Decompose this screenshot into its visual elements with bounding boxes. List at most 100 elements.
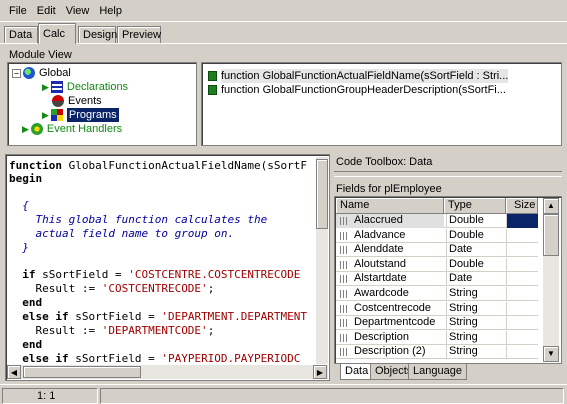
code-string: 'COSTCENTRECODE' <box>101 282 208 295</box>
scroll-down-icon[interactable]: ▼ <box>543 346 559 362</box>
field-icon <box>340 319 348 328</box>
tab-calc[interactable]: Calc <box>38 23 76 44</box>
code-keyword: begin <box>9 172 43 185</box>
field-size <box>506 330 538 345</box>
toolbox-tab-language[interactable]: Language <box>408 364 467 380</box>
table-row[interactable]: Aladvance Double <box>336 228 538 243</box>
field-icon <box>340 275 348 284</box>
code-text: sSortField = <box>68 352 162 364</box>
field-icon <box>340 348 348 357</box>
tree-node-declarations[interactable]: ▶ Declarations <box>42 80 128 94</box>
field-name: Alaccrued <box>336 214 444 228</box>
tree-node-events[interactable]: Events <box>52 94 102 108</box>
table-row[interactable]: Alenddate Date <box>336 243 538 258</box>
field-type: Double <box>446 214 506 228</box>
field-size <box>506 214 538 228</box>
tree-label-programs: Programs <box>66 108 119 122</box>
menu-help[interactable]: Help <box>94 2 127 20</box>
function-icon <box>208 85 217 95</box>
column-header-name[interactable]: Name <box>336 198 444 214</box>
tree-label-declarations: Declarations <box>66 81 129 93</box>
field-name: Awardcode <box>354 287 409 299</box>
field-type: String <box>446 330 506 345</box>
field-icon <box>340 333 348 342</box>
table-row[interactable]: Description String <box>336 330 538 345</box>
field-icon <box>340 246 348 255</box>
tree-node-programs[interactable]: ▶ Programs <box>42 108 119 122</box>
fields-title: Fields for plEmployee <box>336 183 442 195</box>
scroll-right-icon[interactable]: ▶ <box>313 365 327 379</box>
code-comment: } <box>9 241 29 254</box>
arrow-icon: ▶ <box>42 82 49 92</box>
column-header-size[interactable]: Size <box>506 198 538 214</box>
arrow-icon: ▶ <box>42 110 49 120</box>
code-editor[interactable]: function GlobalFunctionActualFieldName(s… <box>7 157 315 364</box>
tree-label-global: Global <box>39 67 71 79</box>
tab-data[interactable]: Data <box>4 26 38 44</box>
code-text: Result := <box>9 324 102 337</box>
code-comment: { <box>9 199 29 212</box>
code-keyword: else if <box>9 352 69 364</box>
table-row[interactable]: Alaccrued Double <box>336 214 538 228</box>
field-icon <box>340 231 348 240</box>
field-type: Date <box>446 243 506 258</box>
code-keyword: function <box>9 159 62 172</box>
tab-preview[interactable]: Preview <box>117 26 161 44</box>
scroll-up-icon[interactable]: ▲ <box>543 198 559 214</box>
field-size <box>506 272 538 287</box>
programs-icon <box>50 109 63 121</box>
field-size <box>506 316 538 331</box>
function-item[interactable]: function GlobalFunctionActualFieldName(s… <box>208 69 509 83</box>
collapse-icon[interactable]: − <box>12 68 21 78</box>
field-name: Alenddate <box>354 243 404 256</box>
column-header-type[interactable]: Type <box>444 198 506 214</box>
scroll-thumb[interactable] <box>543 214 559 256</box>
menu-view[interactable]: View <box>61 2 95 20</box>
field-type: String <box>446 345 506 360</box>
menu-edit[interactable]: Edit <box>32 2 61 20</box>
tab-divider <box>0 43 567 44</box>
table-row[interactable]: Alstartdate Date <box>336 272 538 287</box>
function-item[interactable]: function GlobalFunctionGroupHeaderDescri… <box>208 83 506 97</box>
code-keyword: end <box>9 338 43 351</box>
toolbox-divider <box>334 171 562 177</box>
field-size <box>506 345 538 360</box>
scroll-thumb[interactable] <box>23 366 141 378</box>
code-comment: This global function calculates the <box>9 213 268 226</box>
scroll-thumb[interactable] <box>316 159 328 229</box>
field-icon <box>340 260 348 269</box>
events-icon <box>52 95 64 107</box>
code-vertical-scrollbar[interactable] <box>315 157 328 364</box>
code-text: ; <box>207 282 215 295</box>
field-name: Departmentcode <box>354 316 436 329</box>
toolbox-title: Code Toolbox: Data <box>336 156 433 168</box>
function-list[interactable]: function GlobalFunctionActualFieldName(s… <box>201 62 562 146</box>
toolbox-tab-data[interactable]: Data <box>340 364 374 380</box>
code-text: sSortField = <box>68 310 162 323</box>
fields-vertical-scrollbar[interactable]: ▲ ▼ <box>542 198 559 362</box>
field-name: Description <box>354 330 410 343</box>
code-string: 'DEPARTMENT.DEPARTMENT <box>161 310 308 323</box>
code-horizontal-scrollbar[interactable]: ◀ ▶ <box>7 364 328 379</box>
field-size <box>506 257 538 272</box>
table-row[interactable]: Description (2) String <box>336 345 538 360</box>
table-row[interactable]: Costcentrecode String <box>336 301 538 316</box>
field-type: Double <box>446 257 506 272</box>
tree-node-global[interactable]: − Global <box>12 66 71 80</box>
menu-file[interactable]: File <box>4 2 32 20</box>
field-type: String <box>446 316 506 331</box>
tab-design[interactable]: Design <box>78 26 117 44</box>
table-row[interactable]: Departmentcode String <box>336 316 538 331</box>
scroll-left-icon[interactable]: ◀ <box>7 365 21 379</box>
globe-icon <box>23 67 35 79</box>
arrow-icon: ▶ <box>22 124 29 134</box>
function-icon <box>208 71 217 81</box>
field-size <box>506 287 538 301</box>
table-row[interactable]: Aloutstand Double <box>336 257 538 272</box>
menu-bar: File Edit View Help <box>0 0 567 22</box>
table-row[interactable]: Awardcode String <box>336 287 538 301</box>
tree-node-event-handlers[interactable]: ▶ Event Handlers <box>22 122 122 136</box>
module-tree[interactable]: − Global ▶ Declarations Events ▶ Program… <box>7 62 197 146</box>
main-tabs: Data Calc Design Preview <box>0 22 567 44</box>
code-keyword: end <box>9 296 43 309</box>
